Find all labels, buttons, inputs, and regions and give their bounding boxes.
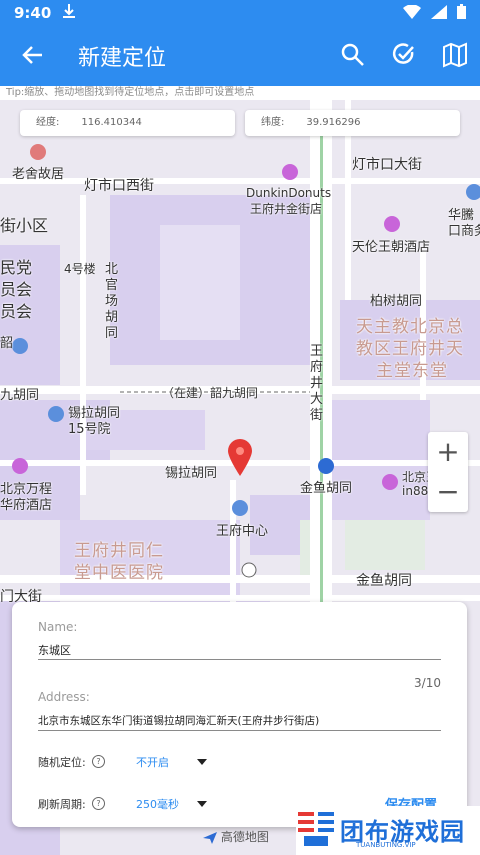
map-label: 韶	[0, 336, 14, 351]
watermark-logo-icon	[298, 812, 334, 846]
map-label: 街	[310, 408, 324, 423]
location-form-card: Name: 东城区 3/10 Address: 北京市东城区东华门街道锡拉胡同海…	[12, 602, 467, 827]
wifi-icon	[403, 3, 421, 23]
map-label: 灯市口西街	[84, 178, 154, 194]
poi-icon	[466, 184, 480, 204]
map-label: 口商务	[448, 224, 480, 239]
amap-logo: 高德地图	[203, 828, 269, 845]
tip-text: Tip:缩放、拖动地图找到待定位地点，点击即可设置地点	[0, 86, 480, 100]
map-label: 主堂东堂	[376, 361, 448, 381]
map-label: 华府酒店	[0, 498, 53, 513]
longitude-box: 经度: 116.410344	[20, 110, 235, 136]
zoom-control: + −	[428, 432, 468, 512]
refresh-period-select[interactable]: 250毫秒	[136, 796, 179, 812]
status-time: 9:40	[14, 4, 52, 22]
map-label: 15号院	[68, 422, 111, 437]
download-icon	[63, 4, 76, 22]
latitude-value: 39.916296	[306, 117, 361, 128]
poi-icon	[12, 458, 28, 478]
check-badge-icon[interactable]	[391, 42, 417, 68]
random-location-label: 随机定位:	[38, 756, 86, 769]
poi-icon	[282, 164, 298, 184]
address-input[interactable]: 北京市东城区东华门街道锡拉胡同海汇新天(王府井步行街店)	[38, 713, 319, 728]
longitude-value: 116.410344	[81, 117, 142, 128]
battery-icon	[457, 4, 466, 23]
map-label: 金鱼胡同	[356, 573, 412, 589]
refresh-period-label: 刷新周期:	[38, 798, 86, 811]
name-counter: 3/10	[414, 676, 441, 690]
poi-icon	[241, 562, 257, 582]
map-label: 4号楼	[64, 262, 96, 276]
map-label: 王府井金街店	[250, 202, 323, 216]
map-label: 员会	[0, 280, 33, 299]
latitude-label: 纬度:	[261, 117, 285, 128]
watermark-sub: TUANBUTING.VIP	[356, 841, 416, 849]
map-label: 街小区	[0, 216, 49, 235]
poi-icon	[232, 500, 248, 520]
map-label: in88	[402, 484, 429, 498]
poi-icon	[12, 338, 28, 358]
metro-icon	[318, 458, 334, 478]
map-label: 天伦王朝酒店	[352, 240, 431, 255]
map-label: DunkinDonuts	[246, 186, 332, 200]
poi-icon	[30, 144, 46, 164]
location-pin-icon[interactable]	[226, 438, 254, 480]
app-bar: 新建定位	[0, 26, 480, 86]
map-label: 柏树胡同	[370, 294, 423, 309]
map-label: 金鱼胡同	[300, 481, 353, 496]
map-label: 灯市口大街	[352, 157, 422, 173]
address-label: Address:	[38, 690, 90, 704]
zoom-out-button[interactable]: −	[428, 472, 468, 512]
chevron-down-icon[interactable]	[197, 801, 207, 807]
map-label: 员会	[0, 302, 33, 321]
random-location-select[interactable]: 不开启	[136, 754, 169, 770]
amap-logo-text: 高德地图	[220, 830, 269, 844]
back-arrow-icon[interactable]	[18, 40, 48, 70]
watermark: 团布游戏园 TUANBUTING.VIP	[296, 806, 480, 855]
map-label: 九胡同	[0, 388, 40, 403]
name-input[interactable]: 东城区	[38, 642, 71, 658]
signal-icon	[431, 4, 447, 23]
name-label: Name:	[38, 620, 78, 634]
name-underline	[38, 659, 441, 660]
zoom-in-button[interactable]: +	[428, 432, 468, 472]
address-underline	[38, 730, 441, 731]
longitude-label: 经度:	[36, 117, 60, 128]
map-icon[interactable]	[442, 42, 468, 68]
map-label: 民党	[0, 258, 33, 277]
map-label: 锡拉胡同	[165, 466, 218, 481]
page-title: 新建定位	[78, 46, 167, 71]
map-label: 老舍故居	[12, 167, 65, 182]
poi-icon	[382, 474, 398, 494]
map-label: 同	[105, 326, 119, 341]
latitude-box: 纬度: 39.916296	[245, 110, 460, 136]
map-label: （在建）韶九胡同	[162, 386, 259, 400]
status-bar: 9:40	[0, 0, 480, 26]
map-label: 王府中心	[216, 524, 269, 539]
poi-icon	[384, 216, 400, 236]
help-icon[interactable]: ?	[92, 797, 105, 810]
poi-icon	[48, 406, 64, 426]
help-icon[interactable]: ?	[92, 755, 105, 768]
search-icon[interactable]	[340, 42, 366, 68]
chevron-down-icon[interactable]	[197, 759, 207, 765]
map-label: 堂中医医院	[74, 563, 164, 583]
